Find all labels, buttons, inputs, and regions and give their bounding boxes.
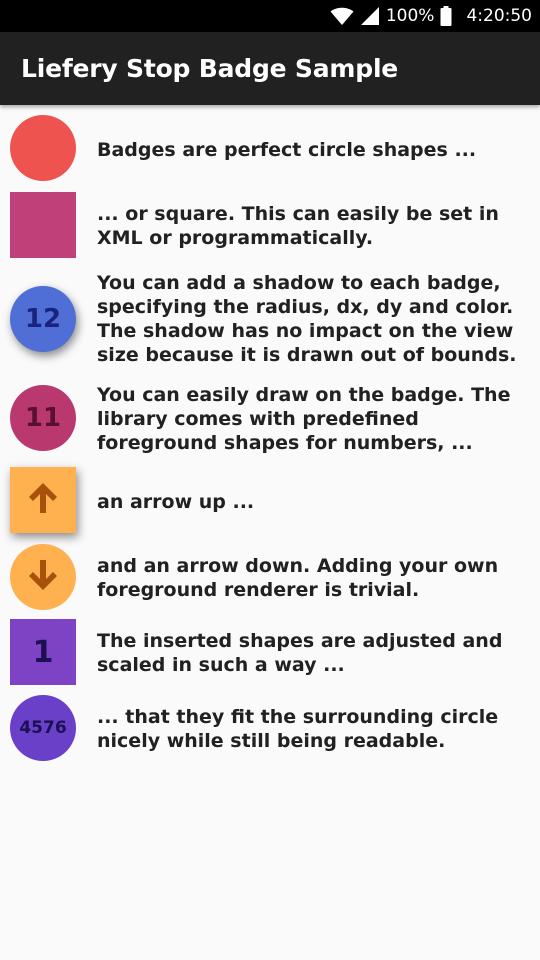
list-item-text: The inserted shapes are adjusted and sca… — [97, 630, 503, 676]
clock: 4:20:50 — [466, 6, 532, 26]
list-item-text: ... or square. This can easily be set in… — [97, 203, 499, 249]
status-bar: 100% 4:20:50 — [0, 0, 540, 32]
app-bar: Liefery Stop Badge Sample — [0, 32, 540, 105]
badge-circle — [10, 115, 76, 181]
battery-percent: 100% — [385, 6, 435, 26]
badge-number: 4576 — [10, 695, 76, 761]
badge-number-label: 11 — [24, 403, 62, 433]
list-item-text: You can add a shadow to each badge, spec… — [97, 272, 517, 366]
badge-number-square: 1 — [10, 619, 76, 685]
battery-icon — [440, 6, 452, 26]
list-item-text: You can easily draw on the badge. The li… — [97, 384, 511, 454]
badge-number-label: 4576 — [19, 718, 67, 738]
badge-arrow-up — [10, 467, 76, 533]
wifi-icon — [330, 6, 354, 26]
list-item-text: ... that they fit the surrounding circle… — [97, 706, 499, 752]
arrow-up-icon — [27, 481, 59, 519]
badge-number-label: 1 — [32, 634, 54, 670]
list-item-text: an arrow up ... — [97, 491, 255, 513]
badge-number: 11 — [10, 385, 76, 451]
badge-arrow-down — [10, 544, 76, 610]
signal-icon — [360, 6, 380, 26]
badge-number-shadow: 12 — [10, 286, 76, 352]
badge-number: 12 — [24, 304, 62, 334]
list-item-text: Badges are perfect circle shapes ... — [97, 139, 477, 161]
list-item-text: and an arrow down. Adding your own foreg… — [97, 555, 499, 601]
arrow-down-icon — [27, 558, 59, 596]
status-icons: 100% 4:20:50 — [330, 0, 532, 32]
badge-square — [10, 192, 76, 258]
app-title: Liefery Stop Badge Sample — [21, 54, 399, 83]
